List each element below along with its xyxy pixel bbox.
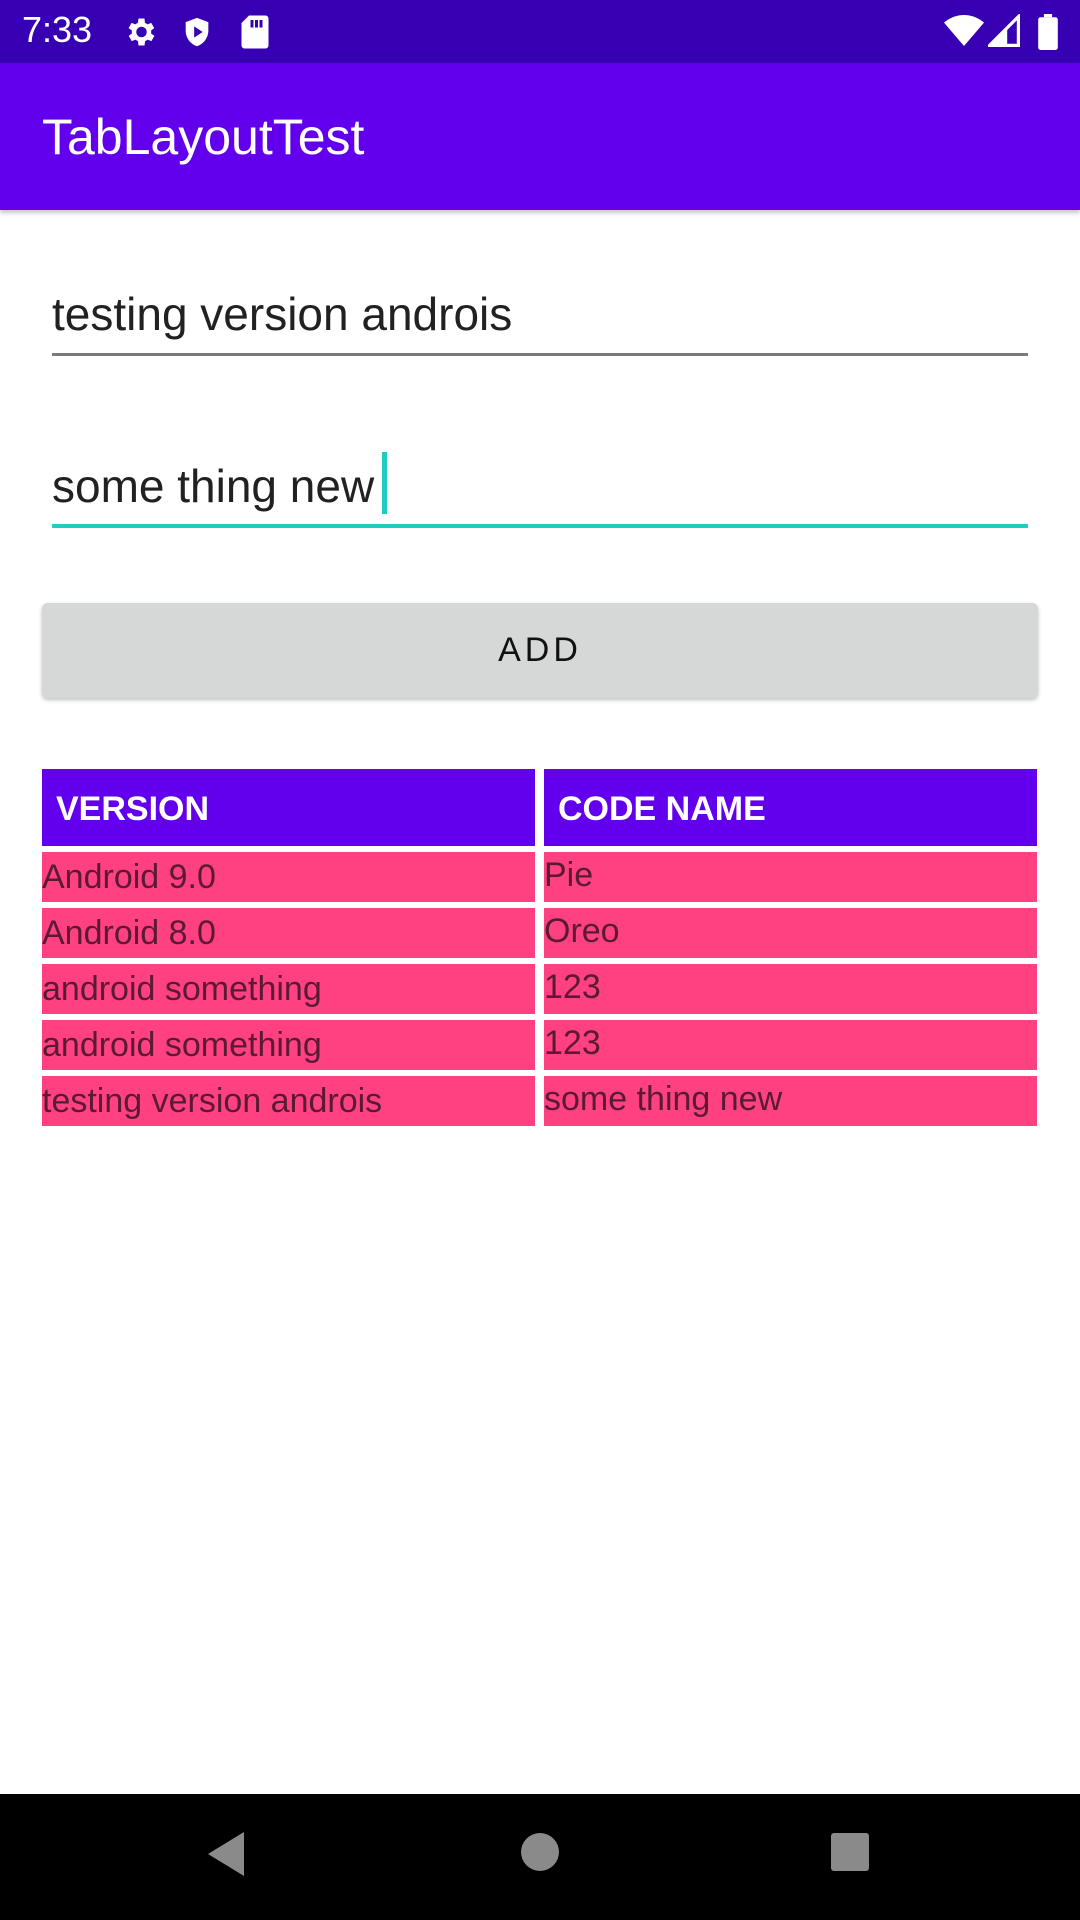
add-button[interactable]: ADD [42, 603, 1038, 698]
table-cell: android something [42, 1020, 535, 1070]
table-cell: 123 [544, 1020, 1037, 1070]
codename-field[interactable] [52, 444, 1028, 528]
table-cell: Android 9.0 [42, 852, 535, 902]
table-cell: Pie [544, 852, 1037, 902]
battery-icon [1038, 14, 1058, 55]
sd-card-icon [240, 14, 270, 55]
cell-signal-icon [985, 12, 1020, 53]
table-cell: android something [42, 964, 535, 1014]
table-cell: Android 8.0 [42, 908, 535, 958]
codename-column: CODE NAME Pie Oreo 123 123 some thing ne… [544, 769, 1037, 1126]
version-column: VERSION Android 9.0 Android 8.0 android … [42, 769, 535, 1126]
shield-icon [180, 14, 214, 55]
table-cell: Oreo [544, 908, 1037, 958]
version-header: VERSION [42, 769, 535, 846]
codename-input-underline [52, 524, 1028, 528]
nav-bar [0, 1794, 1080, 1920]
table-cell: testing version androis [42, 1076, 535, 1126]
app-title: TabLayoutTest [42, 109, 365, 165]
wifi-icon [944, 14, 984, 53]
version-input[interactable] [52, 272, 1028, 356]
codename-input[interactable] [52, 444, 1028, 528]
status-time: 7:33 [22, 9, 93, 50]
gear-icon [122, 14, 158, 55]
codename-header: CODE NAME [544, 769, 1037, 846]
status-bar: 7:33 [0, 0, 1080, 63]
text-caret [382, 452, 387, 514]
recents-icon[interactable] [830, 1832, 870, 1877]
home-icon[interactable] [520, 1832, 560, 1877]
table-cell: 123 [544, 964, 1037, 1014]
version-input-underline [52, 353, 1028, 356]
table-cell: some thing new [544, 1076, 1037, 1126]
version-field[interactable] [52, 272, 1028, 356]
back-icon[interactable] [204, 1830, 246, 1883]
app-bar: TabLayoutTest [0, 63, 1080, 210]
